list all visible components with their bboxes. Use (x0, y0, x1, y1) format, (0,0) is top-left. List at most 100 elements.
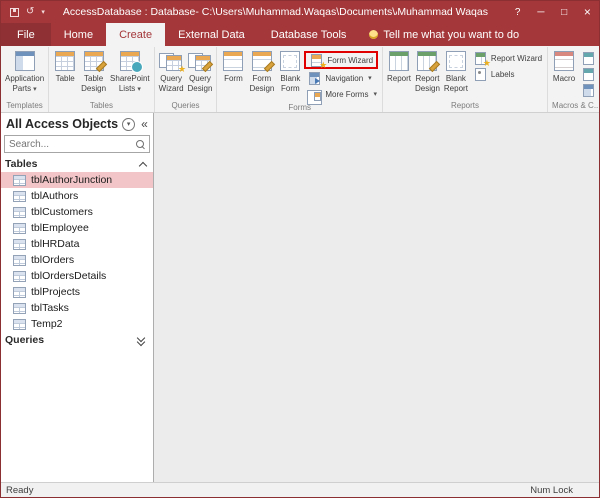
table-design-label-1: Table (84, 74, 103, 84)
nav-item-label: Temp2 (31, 318, 63, 330)
table-icon (53, 51, 77, 71)
tab-external-data[interactable]: External Data (165, 23, 258, 46)
help-button[interactable]: ? (506, 1, 529, 23)
nav-item-label: tblOrders (31, 254, 74, 266)
form-button[interactable]: Form (219, 49, 247, 101)
access-window: ↺ ▾ AccessDatabase : Database- C:\Users\… (0, 0, 600, 498)
nav-item-tblOrdersDetails[interactable]: tblOrdersDetails (1, 268, 153, 284)
labels-button[interactable]: Labels (470, 67, 545, 81)
sharepoint-lists-button[interactable]: SharePoint Lists▾ (108, 49, 152, 99)
nav-item-label: tblCustomers (31, 206, 93, 218)
class-module-button[interactable] (578, 67, 599, 81)
more-forms-button[interactable]: More Forms ▾ (304, 87, 380, 101)
application-parts-label-2: Parts (12, 84, 31, 93)
dropdown-arrow-icon: ▾ (127, 120, 131, 128)
group-label-forms: Forms (217, 101, 382, 113)
maximize-button[interactable]: □ (552, 1, 575, 23)
search-input[interactable] (9, 139, 136, 150)
signed-in-user[interactable]: Muhammad Waqas (397, 6, 488, 18)
group-label-reports: Reports (383, 99, 547, 112)
section-header-tables[interactable]: Tables (1, 156, 153, 172)
blank-form-label-1: Blank (280, 74, 300, 84)
undo-icon[interactable]: ↺ (26, 7, 34, 17)
ribbon-tab-bar: File Home Create External Data Database … (1, 23, 599, 46)
form-design-icon (250, 51, 274, 71)
form-wizard-button[interactable]: Form Wizard (306, 53, 376, 67)
form-design-button[interactable]: Form Design (247, 49, 276, 101)
search-icon[interactable] (136, 140, 145, 149)
form-wizard-label: Form Wizard (327, 56, 373, 65)
sharepoint-lists-label-2: Lists (119, 84, 135, 93)
sharepoint-lists-label-1: SharePoint (110, 74, 150, 84)
form-wizard-icon (309, 54, 324, 67)
tell-me-box[interactable]: Tell me what you want to do (369, 23, 519, 46)
query-wizard-label-1: Query (160, 74, 182, 84)
tab-home[interactable]: Home (51, 23, 106, 46)
blank-report-button[interactable]: Blank Report (442, 49, 470, 99)
nav-item-label: tblTasks (31, 302, 69, 314)
nav-item-label: tblAuthors (31, 190, 78, 202)
blank-form-button[interactable]: Blank Form (276, 49, 304, 101)
table-design-button[interactable]: Table Design (79, 49, 108, 99)
dropdown-arrow-icon: ▾ (137, 86, 141, 93)
group-label-tables: Tables (49, 99, 154, 112)
table-object-icon (13, 319, 26, 330)
nav-item-tblOrders[interactable]: tblOrders (1, 252, 153, 268)
group-macros: Macro Macros & C... (548, 47, 599, 112)
nav-item-tblHRData[interactable]: tblHRData (1, 236, 153, 252)
dropdown-arrow-icon: ▾ (33, 86, 37, 93)
report-button[interactable]: Report (385, 49, 413, 99)
nav-item-tblProjects[interactable]: tblProjects (1, 284, 153, 300)
status-bar: Ready Num Lock (1, 482, 599, 497)
navigation-button[interactable]: Navigation ▾ (304, 71, 380, 85)
tab-create[interactable]: Create (106, 23, 165, 46)
report-wizard-button[interactable]: Report Wizard (470, 51, 545, 65)
visual-basic-button[interactable] (578, 83, 599, 97)
main-area: All Access Objects ▾ « Tables tblAuthorJ… (1, 113, 599, 482)
query-design-label-1: Query (189, 74, 211, 84)
nav-item-tblTasks[interactable]: tblTasks (1, 300, 153, 316)
report-wizard-icon (473, 52, 488, 65)
nav-item-tblAuthors[interactable]: tblAuthors (1, 188, 153, 204)
query-wizard-button[interactable]: Query Wizard (157, 49, 186, 99)
group-tables: Table Table Design SharePoint Lists▾ Tab… (49, 47, 155, 112)
table-object-icon (13, 223, 26, 234)
nav-item-label: tblAuthorJunction (31, 174, 112, 186)
report-design-label-1: Report (415, 74, 439, 84)
module-button[interactable] (578, 51, 599, 65)
report-design-icon (415, 51, 439, 71)
labels-icon (473, 68, 488, 81)
table-object-icon (13, 303, 26, 314)
query-design-button[interactable]: Query Design (186, 49, 215, 99)
collapse-section-icon (139, 161, 147, 169)
section-header-queries[interactable]: Queries (1, 332, 153, 348)
report-design-button[interactable]: Report Design (413, 49, 442, 99)
nav-item-tblEmployee[interactable]: tblEmployee (1, 220, 153, 236)
nav-pane-title: All Access Objects (6, 117, 118, 131)
more-forms-icon (307, 88, 322, 101)
collapse-pane-icon[interactable]: « (139, 118, 150, 130)
blank-report-label-2: Report (444, 84, 468, 94)
form-label: Form (224, 74, 243, 84)
minimize-button[interactable]: ─ (529, 1, 552, 23)
tab-database-tools[interactable]: Database Tools (258, 23, 360, 46)
nav-item-tblAuthorJunction[interactable]: tblAuthorJunction (1, 172, 153, 188)
close-button[interactable]: × (576, 1, 599, 23)
application-parts-label-1: Application (5, 74, 44, 84)
nav-item-tblCustomers[interactable]: tblCustomers (1, 204, 153, 220)
reports-small-column: Report Wizard Labels (470, 49, 545, 99)
macro-button[interactable]: Macro (550, 49, 578, 99)
save-icon[interactable] (10, 8, 19, 17)
qat-dropdown-icon[interactable]: ▾ (41, 8, 45, 16)
nav-item-label: tblHRData (31, 238, 79, 250)
table-button[interactable]: Table (51, 49, 79, 99)
tab-file[interactable]: File (1, 23, 51, 46)
nav-pane-menu-button[interactable]: ▾ (122, 118, 135, 131)
tables-section-label: Tables (5, 158, 37, 170)
module-icon (581, 52, 596, 65)
group-forms: Form Form Design Blank Form For (217, 47, 383, 112)
navigation-label: Navigation (325, 74, 363, 83)
application-parts-button[interactable]: Application Parts▾ (3, 49, 46, 99)
num-lock-indicator: Num Lock (530, 485, 599, 496)
nav-item-Temp2[interactable]: Temp2 (1, 316, 153, 332)
